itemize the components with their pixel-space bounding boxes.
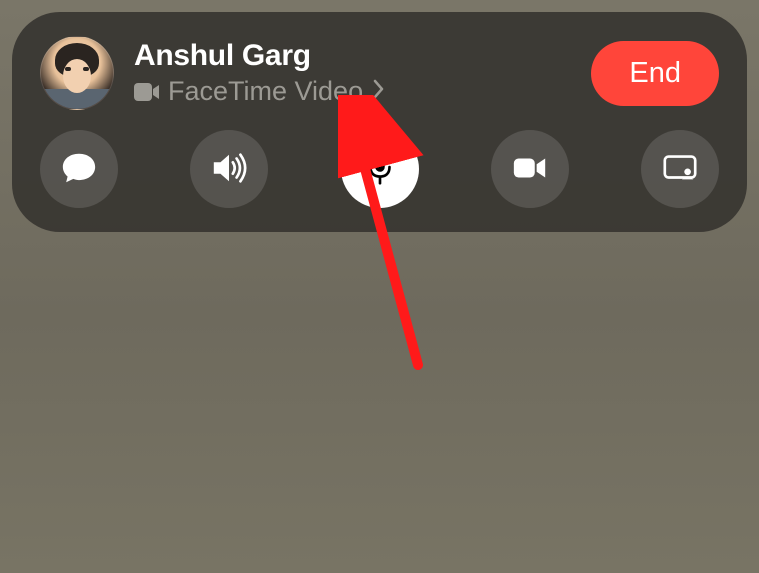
messages-button[interactable]	[40, 130, 118, 208]
call-type-row[interactable]: FaceTime Video	[134, 76, 591, 107]
speaker-button[interactable]	[190, 130, 268, 208]
shareplay-icon	[661, 149, 699, 190]
speaker-icon	[210, 149, 248, 190]
header-row: Anshul Garg FaceTime Video End	[40, 36, 719, 110]
chevron-right-icon	[373, 78, 385, 106]
video-camera-icon	[511, 149, 549, 190]
contact-avatar[interactable]	[40, 36, 114, 110]
shareplay-button[interactable]	[641, 130, 719, 208]
header-text: Anshul Garg FaceTime Video	[134, 39, 591, 107]
end-call-button[interactable]: End	[591, 41, 719, 106]
mute-button[interactable]	[341, 130, 419, 208]
video-button[interactable]	[491, 130, 569, 208]
call-type-label: FaceTime Video	[168, 76, 363, 107]
messages-icon	[60, 149, 98, 190]
call-control-panel: Anshul Garg FaceTime Video End	[12, 12, 747, 232]
controls-row	[40, 130, 719, 208]
contact-name: Anshul Garg	[134, 39, 591, 72]
microphone-icon	[361, 149, 399, 190]
video-camera-icon	[134, 83, 160, 101]
